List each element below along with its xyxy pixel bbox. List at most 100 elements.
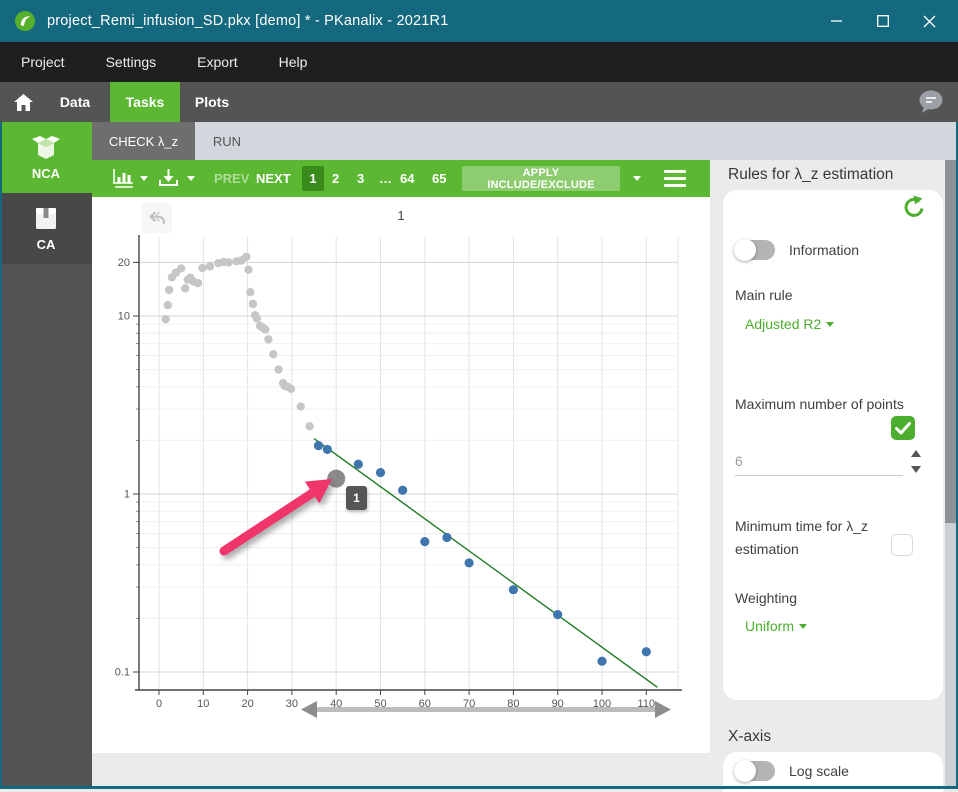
open-box-icon — [30, 135, 62, 161]
tab-tasks[interactable]: Tasks — [110, 82, 180, 122]
data-point-included[interactable] — [597, 657, 606, 666]
maximize-button[interactable] — [860, 0, 906, 42]
menu-export[interactable]: Export — [197, 54, 237, 70]
data-point-excluded[interactable] — [242, 253, 250, 261]
x-tick-label: 20 — [241, 698, 253, 710]
data-point-included[interactable] — [442, 533, 451, 542]
data-point-excluded[interactable] — [261, 325, 269, 333]
data-point-included[interactable] — [354, 460, 363, 469]
data-point-excluded[interactable] — [194, 279, 202, 287]
plot-toolbar: PREV NEXT 1 2 3 … 64 65 APPLY INCLUDE/EX… — [92, 160, 710, 197]
closed-box-icon — [33, 206, 59, 232]
menu-settings[interactable]: Settings — [106, 54, 157, 70]
data-point-excluded[interactable] — [181, 284, 189, 292]
max-points-checkbox[interactable] — [891, 416, 915, 440]
sidebar-item-ca[interactable]: CA — [0, 193, 92, 264]
menu-project[interactable]: Project — [21, 54, 65, 70]
page-button-1[interactable]: 1 — [302, 166, 324, 191]
lambda-z-plot[interactable]: 0102030405060708090100110201010.1 — [92, 197, 710, 753]
data-point-excluded[interactable] — [264, 335, 272, 343]
sidebar-item-nca[interactable]: NCA — [0, 122, 92, 193]
page-button-3[interactable]: 3 — [357, 171, 364, 186]
data-point-excluded[interactable] — [246, 288, 254, 296]
panel-scrollbar-track[interactable] — [945, 160, 956, 789]
chart-type-button[interactable] — [112, 168, 135, 193]
data-point-included[interactable] — [642, 647, 651, 656]
prev-page-button[interactable]: PREV — [214, 171, 249, 186]
data-point-excluded[interactable] — [165, 286, 173, 294]
page-button-65[interactable]: 65 — [432, 171, 446, 186]
data-point-included[interactable] — [398, 486, 407, 495]
data-point-excluded[interactable] — [224, 258, 232, 266]
data-point-excluded[interactable] — [287, 385, 295, 393]
sidebar-item-label: CA — [37, 237, 56, 252]
window-title: project_Remi_infusion_SD.pkx [demo] * - … — [47, 13, 448, 29]
export-plot-button[interactable] — [158, 168, 179, 193]
menu-help[interactable]: Help — [279, 54, 308, 70]
chart-type-caret[interactable] — [140, 176, 148, 181]
data-point-included[interactable] — [376, 468, 385, 477]
data-point-excluded[interactable] — [198, 264, 206, 272]
min-time-label-line2: estimation — [735, 541, 799, 557]
x-range-slider[interactable] — [301, 701, 671, 718]
data-point-excluded[interactable] — [177, 264, 185, 272]
data-point-excluded[interactable] — [253, 314, 261, 322]
information-toggle[interactable] — [735, 240, 775, 260]
main-rule-select[interactable]: Adjusted R2 — [745, 316, 834, 332]
weighting-select[interactable]: Uniform — [745, 618, 807, 634]
max-points-decrement[interactable] — [911, 466, 921, 473]
point-tooltip: 1 — [346, 486, 367, 510]
feedback-button[interactable] — [918, 90, 944, 119]
data-point-excluded[interactable] — [206, 262, 214, 270]
log-scale-label: Log scale — [789, 763, 849, 779]
tab-check-lambda-z[interactable]: CHECK λ_z — [92, 122, 195, 160]
apply-options-caret[interactable] — [633, 176, 641, 181]
data-point-excluded[interactable] — [274, 365, 282, 373]
tab-plots[interactable]: Plots — [180, 82, 244, 122]
data-point-selected[interactable] — [327, 470, 345, 488]
apply-include-exclude-button[interactable]: APPLY INCLUDE/EXCLUDE — [462, 166, 620, 191]
y-tick-label: 1 — [124, 489, 130, 501]
data-point-excluded[interactable] — [249, 300, 257, 308]
reset-icon — [901, 195, 925, 219]
data-point-excluded[interactable] — [161, 315, 169, 323]
data-point-included[interactable] — [420, 537, 429, 546]
tab-data[interactable]: Data — [46, 82, 104, 122]
tab-run[interactable]: RUN — [195, 122, 259, 160]
plot-area: 1 0102030405060708090100110201010.1 1 — [92, 197, 710, 753]
y-tick-label: 0.1 — [115, 667, 130, 679]
data-point-included[interactable] — [314, 441, 323, 450]
data-point-included[interactable] — [509, 585, 518, 594]
minimize-button[interactable] — [814, 0, 860, 42]
data-point-included[interactable] — [465, 558, 474, 567]
plot-menu-button[interactable] — [664, 170, 686, 187]
next-page-button[interactable]: NEXT — [256, 171, 291, 186]
export-caret[interactable] — [187, 176, 195, 181]
page-button-2[interactable]: 2 — [332, 171, 339, 186]
home-button[interactable] — [0, 82, 46, 122]
max-points-input[interactable]: 6 — [735, 446, 903, 476]
data-point-excluded[interactable] — [244, 266, 252, 274]
x-tick-label: 0 — [156, 698, 162, 710]
settings-panel: Rules for λ_z estimation Information Mai… — [710, 160, 958, 789]
data-point-included[interactable] — [323, 445, 332, 454]
sidebar-item-label: NCA — [32, 166, 60, 181]
panel-scrollbar-thumb[interactable] — [945, 160, 956, 523]
bar-chart-icon — [112, 168, 135, 188]
dropdown-caret-icon — [799, 624, 807, 629]
log-scale-toggle[interactable] — [735, 761, 775, 781]
nav-bar: Data Tasks Plots — [0, 82, 958, 122]
data-point-excluded[interactable] — [305, 422, 313, 430]
data-point-included[interactable] — [553, 610, 562, 619]
close-button[interactable] — [906, 0, 952, 42]
xaxis-section-title: X-axis — [728, 728, 771, 746]
max-points-increment[interactable] — [911, 450, 921, 457]
reset-rules-button[interactable] — [901, 195, 925, 224]
min-time-checkbox[interactable] — [891, 534, 913, 556]
data-point-excluded[interactable] — [164, 301, 172, 309]
check-icon — [895, 422, 911, 435]
data-point-excluded[interactable] — [269, 350, 277, 358]
chat-bubble-icon — [918, 90, 944, 114]
data-point-excluded[interactable] — [297, 402, 305, 410]
page-button-64[interactable]: 64 — [400, 171, 414, 186]
